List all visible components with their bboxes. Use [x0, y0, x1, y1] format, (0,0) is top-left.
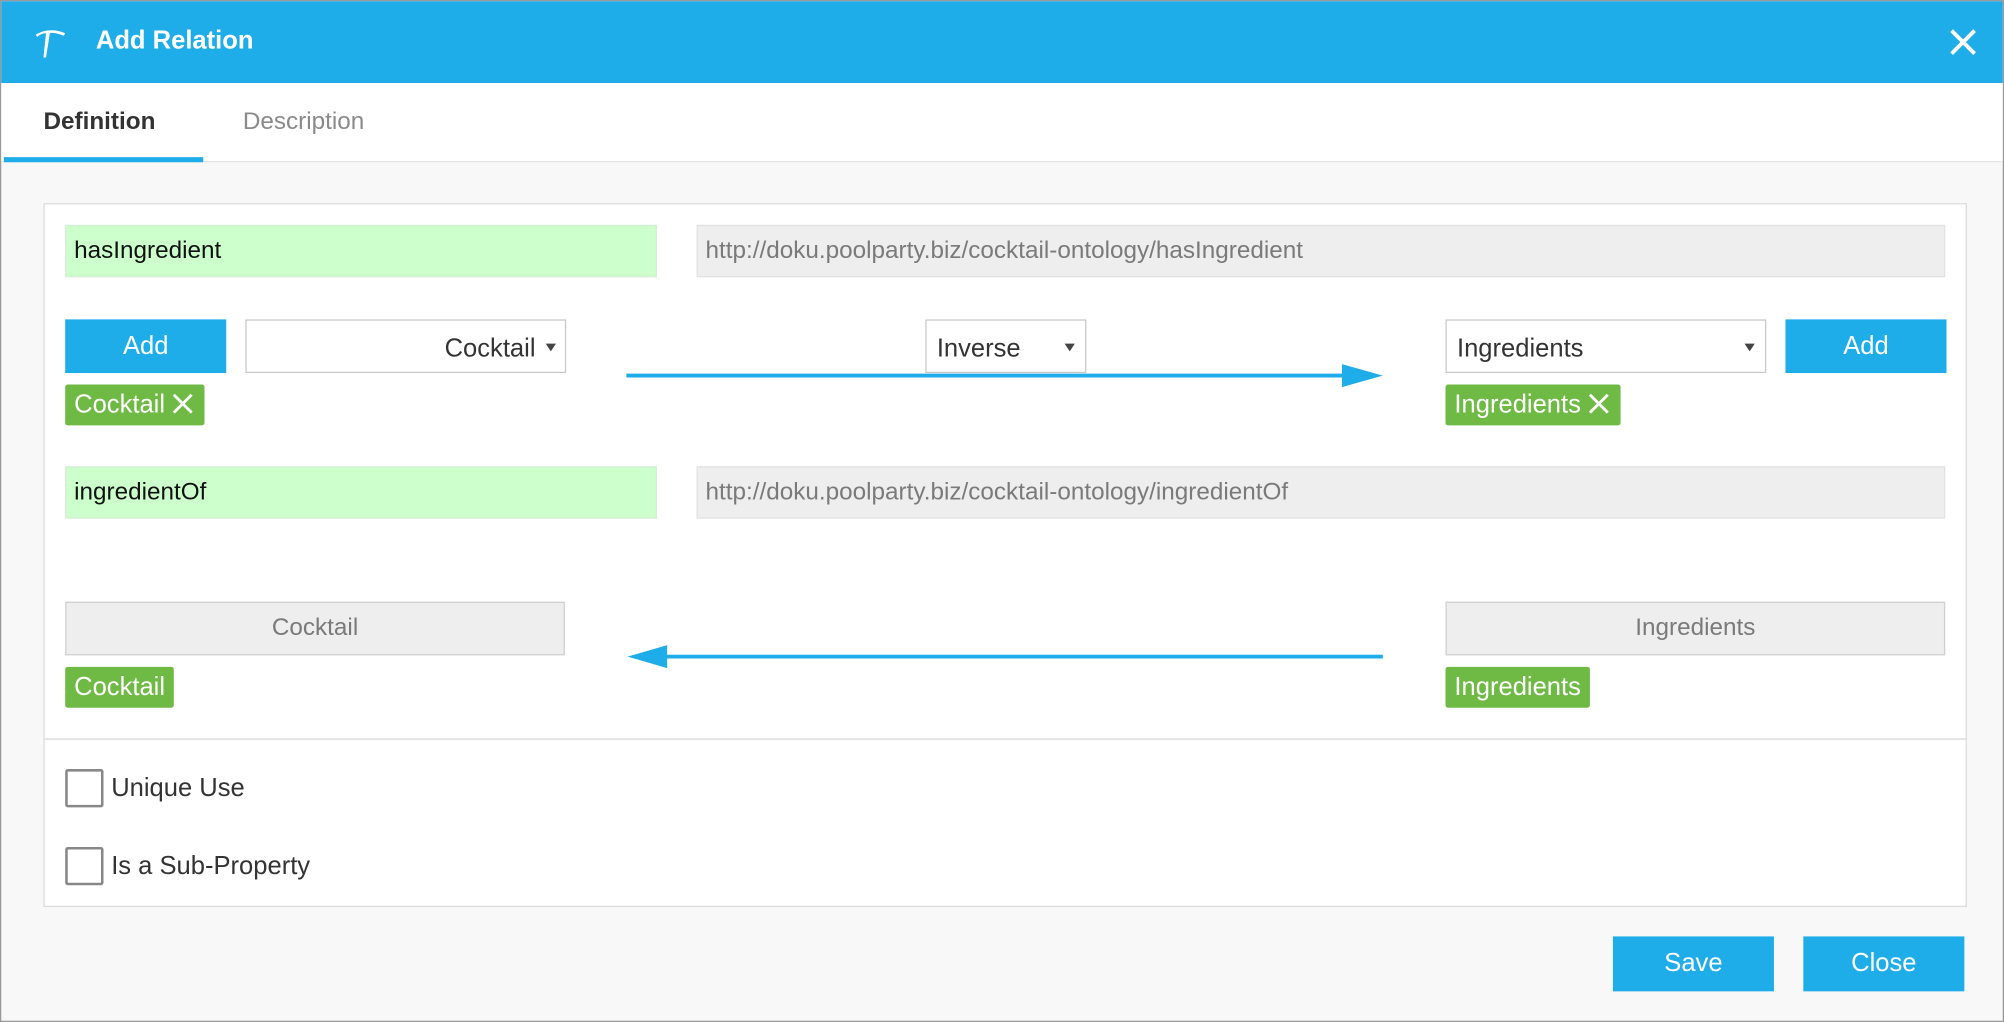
- domain-select-value: Cocktail: [444, 334, 536, 363]
- unique-use-label: Unique Use: [111, 774, 245, 803]
- inverse-select[interactable]: Inverse: [925, 319, 1087, 374]
- divider: [44, 738, 1966, 740]
- sub-property-checkbox[interactable]: [65, 846, 104, 886]
- inverse-range-box: Ingredients: [1445, 601, 1946, 656]
- tab-definition[interactable]: Definition: [43, 109, 155, 137]
- tab-bar: Definition Description: [1, 83, 2003, 163]
- inverse-range-chip: Ingredients: [1445, 666, 1590, 708]
- inverse-domain-box: Cocktail: [65, 601, 565, 656]
- stage: Add Relation Definition Description Add …: [0, 0, 2004, 1022]
- close-icon[interactable]: [1586, 391, 1612, 417]
- add-domain-button[interactable]: Add: [65, 319, 227, 374]
- relation-uri-field[interactable]: [696, 224, 1946, 278]
- close-button[interactable]: Close: [1803, 936, 1965, 992]
- pickaxe-icon: [35, 30, 66, 58]
- inverse-domain-chip: Cocktail: [65, 666, 174, 708]
- caret-down-icon: [545, 343, 556, 352]
- dialog-titlebar: Add Relation: [1, 1, 2003, 84]
- domain-chip: Cocktail: [65, 384, 205, 426]
- close-icon[interactable]: [170, 391, 196, 417]
- add-range-button[interactable]: Add: [1785, 319, 1947, 374]
- range-chip-label: Ingredients: [1454, 390, 1581, 420]
- dialog-title: Add Relation: [95, 26, 254, 55]
- sub-property-label: Is a Sub-Property: [111, 852, 311, 881]
- unique-use-checkbox[interactable]: [65, 769, 104, 808]
- definition-panel: Add Cocktail Inverse Ingredients Add Coc…: [43, 203, 1967, 908]
- relation-name-input[interactable]: [65, 224, 657, 278]
- save-button[interactable]: Save: [1612, 936, 1774, 992]
- inverse-uri-field[interactable]: [696, 466, 1946, 519]
- backward-arrow: [627, 645, 1383, 669]
- tab-description[interactable]: Description: [243, 109, 364, 137]
- caret-down-icon: [1064, 343, 1075, 352]
- inverse-select-value: Inverse: [936, 334, 1021, 363]
- domain-chip-label: Cocktail: [74, 390, 166, 420]
- caret-down-icon: [1744, 343, 1755, 352]
- inverse-name-input[interactable]: [65, 466, 657, 519]
- close-icon[interactable]: [1946, 26, 1979, 59]
- domain-select[interactable]: Cocktail: [245, 319, 567, 374]
- range-select[interactable]: Ingredients: [1445, 319, 1767, 374]
- active-tab-indicator: [3, 157, 204, 163]
- inverse-range-chip-label: Ingredients: [1454, 673, 1581, 702]
- range-chip: Ingredients: [1445, 384, 1621, 426]
- range-select-value: Ingredients: [1456, 334, 1584, 363]
- inverse-domain-chip-label: Cocktail: [74, 673, 166, 702]
- add-relation-dialog: Add Relation Definition Description Add …: [0, 0, 2004, 1022]
